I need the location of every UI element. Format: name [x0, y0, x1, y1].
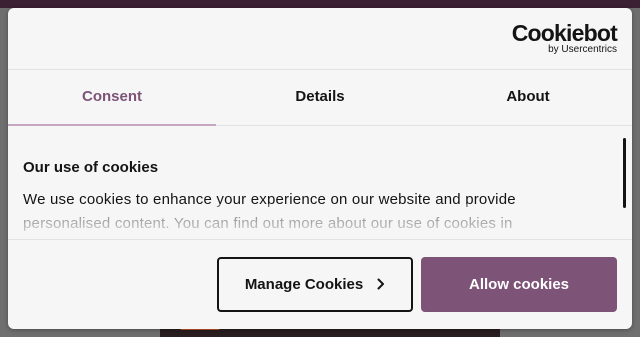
cookiebot-logo: Cookiebot by Usercentrics	[511, 20, 618, 56]
manage-cookies-button[interactable]: Manage Cookies	[217, 257, 413, 312]
site-header-strip	[0, 0, 640, 8]
text-fade-overlay	[8, 204, 618, 239]
tab-about[interactable]: About	[424, 70, 632, 125]
cookie-consent-dialog: Cookiebot by Usercentrics Consent Detail…	[8, 8, 632, 329]
scrollbar[interactable]	[623, 138, 626, 208]
tab-details[interactable]: Details	[216, 70, 424, 125]
logo-wordmark: Cookiebot	[511, 20, 618, 46]
consent-tabs: Consent Details About	[8, 70, 632, 126]
tab-consent[interactable]: Consent	[8, 70, 216, 126]
allow-cookies-button[interactable]: Allow cookies	[421, 257, 617, 312]
chevron-right-icon	[377, 277, 385, 293]
consent-panel[interactable]: Our use of cookies We use cookies to enh…	[8, 126, 632, 239]
section-title: Our use of cookies	[23, 159, 159, 176]
manage-cookies-label: Manage Cookies	[244, 276, 364, 293]
dialog-header: Cookiebot by Usercentrics	[8, 8, 632, 70]
dialog-footer: Manage Cookies Allow cookies	[8, 239, 632, 329]
